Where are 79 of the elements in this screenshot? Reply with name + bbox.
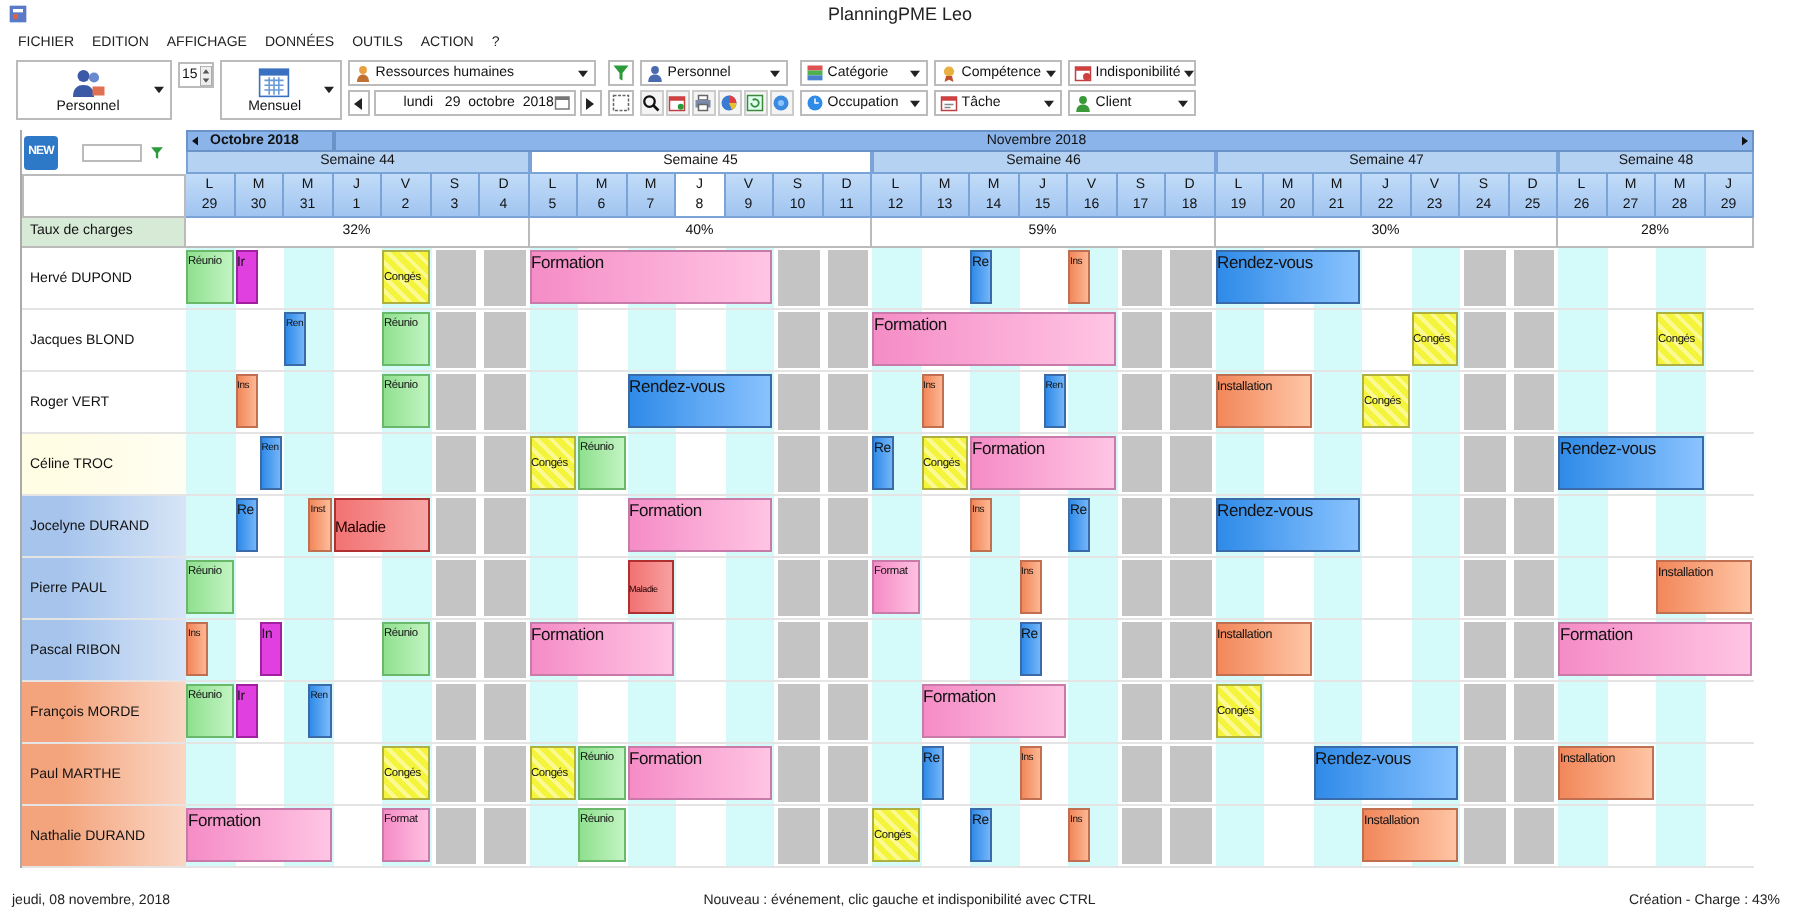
caret-icon	[323, 86, 334, 94]
calendar-icon	[1073, 64, 1092, 82]
event-label: Rendez-vous	[1315, 750, 1411, 768]
person-icon	[353, 64, 372, 82]
calendar-button[interactable]	[665, 90, 690, 116]
select-button[interactable]	[607, 90, 634, 116]
event-label: Formation	[531, 626, 604, 644]
award-icon	[939, 64, 958, 82]
event-block[interactable]	[1019, 622, 1042, 676]
caret-icon	[909, 99, 920, 107]
printer-icon	[694, 94, 713, 112]
category-icon	[805, 64, 824, 82]
event-block[interactable]	[259, 436, 282, 490]
event-block[interactable]	[578, 436, 625, 490]
event-label: Formation	[188, 812, 261, 830]
right-arrow-icon	[586, 97, 595, 109]
event-block[interactable]	[259, 622, 282, 676]
calendar-icon	[256, 66, 293, 98]
caret-icon	[909, 69, 920, 77]
refresh-button[interactable]	[743, 90, 768, 116]
person-icon	[645, 64, 664, 82]
event-label: Formation	[923, 688, 996, 706]
event-block[interactable]	[235, 684, 258, 738]
search-button[interactable]	[639, 90, 664, 116]
people-icon	[70, 66, 106, 98]
event-label: Rendez-vous	[629, 378, 725, 396]
event-label: Rendez-vous	[1560, 440, 1656, 458]
help-button[interactable]	[769, 90, 794, 116]
next-month-icon[interactable]	[1742, 136, 1748, 146]
event-block[interactable]	[333, 498, 382, 552]
event-block[interactable]	[872, 436, 895, 490]
event-label: Formation	[629, 750, 702, 768]
calendar-icon	[668, 94, 687, 112]
filter-icon	[150, 145, 164, 159]
event-block[interactable]	[284, 312, 307, 366]
refresh-icon	[746, 94, 765, 112]
event-block[interactable]	[921, 746, 944, 800]
event-label: Formation	[629, 502, 702, 520]
event-label: Formation	[972, 440, 1045, 458]
event-block[interactable]	[970, 250, 993, 304]
caret-icon	[769, 69, 780, 77]
event-label: Rendez-vous	[1217, 502, 1313, 520]
event-block[interactable]	[578, 746, 625, 800]
filter-button[interactable]	[607, 60, 634, 86]
search-icon	[642, 94, 661, 112]
next-button[interactable]	[579, 90, 602, 116]
event-block[interactable]	[921, 436, 968, 490]
filter-icon	[611, 64, 630, 82]
calendar-icon	[939, 94, 958, 112]
caret-icon	[577, 69, 588, 77]
person-icon	[1073, 94, 1092, 112]
clock-icon	[805, 94, 824, 112]
event-block[interactable]	[1362, 374, 1409, 428]
chart-button[interactable]	[717, 90, 742, 116]
left-arrow-icon	[354, 97, 363, 109]
event-label: Formation	[531, 254, 604, 272]
calendar-icon	[553, 94, 572, 112]
caret-icon	[1184, 69, 1195, 77]
event-label: Rendez-vous	[1217, 254, 1313, 272]
event-block[interactable]	[235, 250, 258, 304]
pie-chart-icon	[720, 94, 739, 112]
caret-icon	[1045, 69, 1055, 77]
spin-arrows-icon	[199, 65, 212, 85]
event-block[interactable]	[970, 808, 993, 862]
caret-icon	[1043, 99, 1054, 107]
window-title: PlanningPME Leo	[827, 4, 973, 24]
caret-icon	[1177, 99, 1188, 107]
event-label: Formation	[1560, 626, 1633, 644]
caret-icon	[154, 86, 164, 94]
event-block[interactable]	[578, 808, 625, 862]
print-button[interactable]	[691, 90, 716, 116]
event-label: Formation	[874, 316, 947, 334]
previous-month-icon[interactable]	[192, 136, 198, 146]
previous-button[interactable]	[347, 90, 370, 116]
search-field[interactable]	[82, 143, 142, 161]
event-block[interactable]	[1068, 498, 1091, 552]
event-block[interactable]	[1043, 374, 1066, 428]
dashed-square-icon	[611, 94, 630, 112]
event-block[interactable]	[235, 498, 258, 552]
